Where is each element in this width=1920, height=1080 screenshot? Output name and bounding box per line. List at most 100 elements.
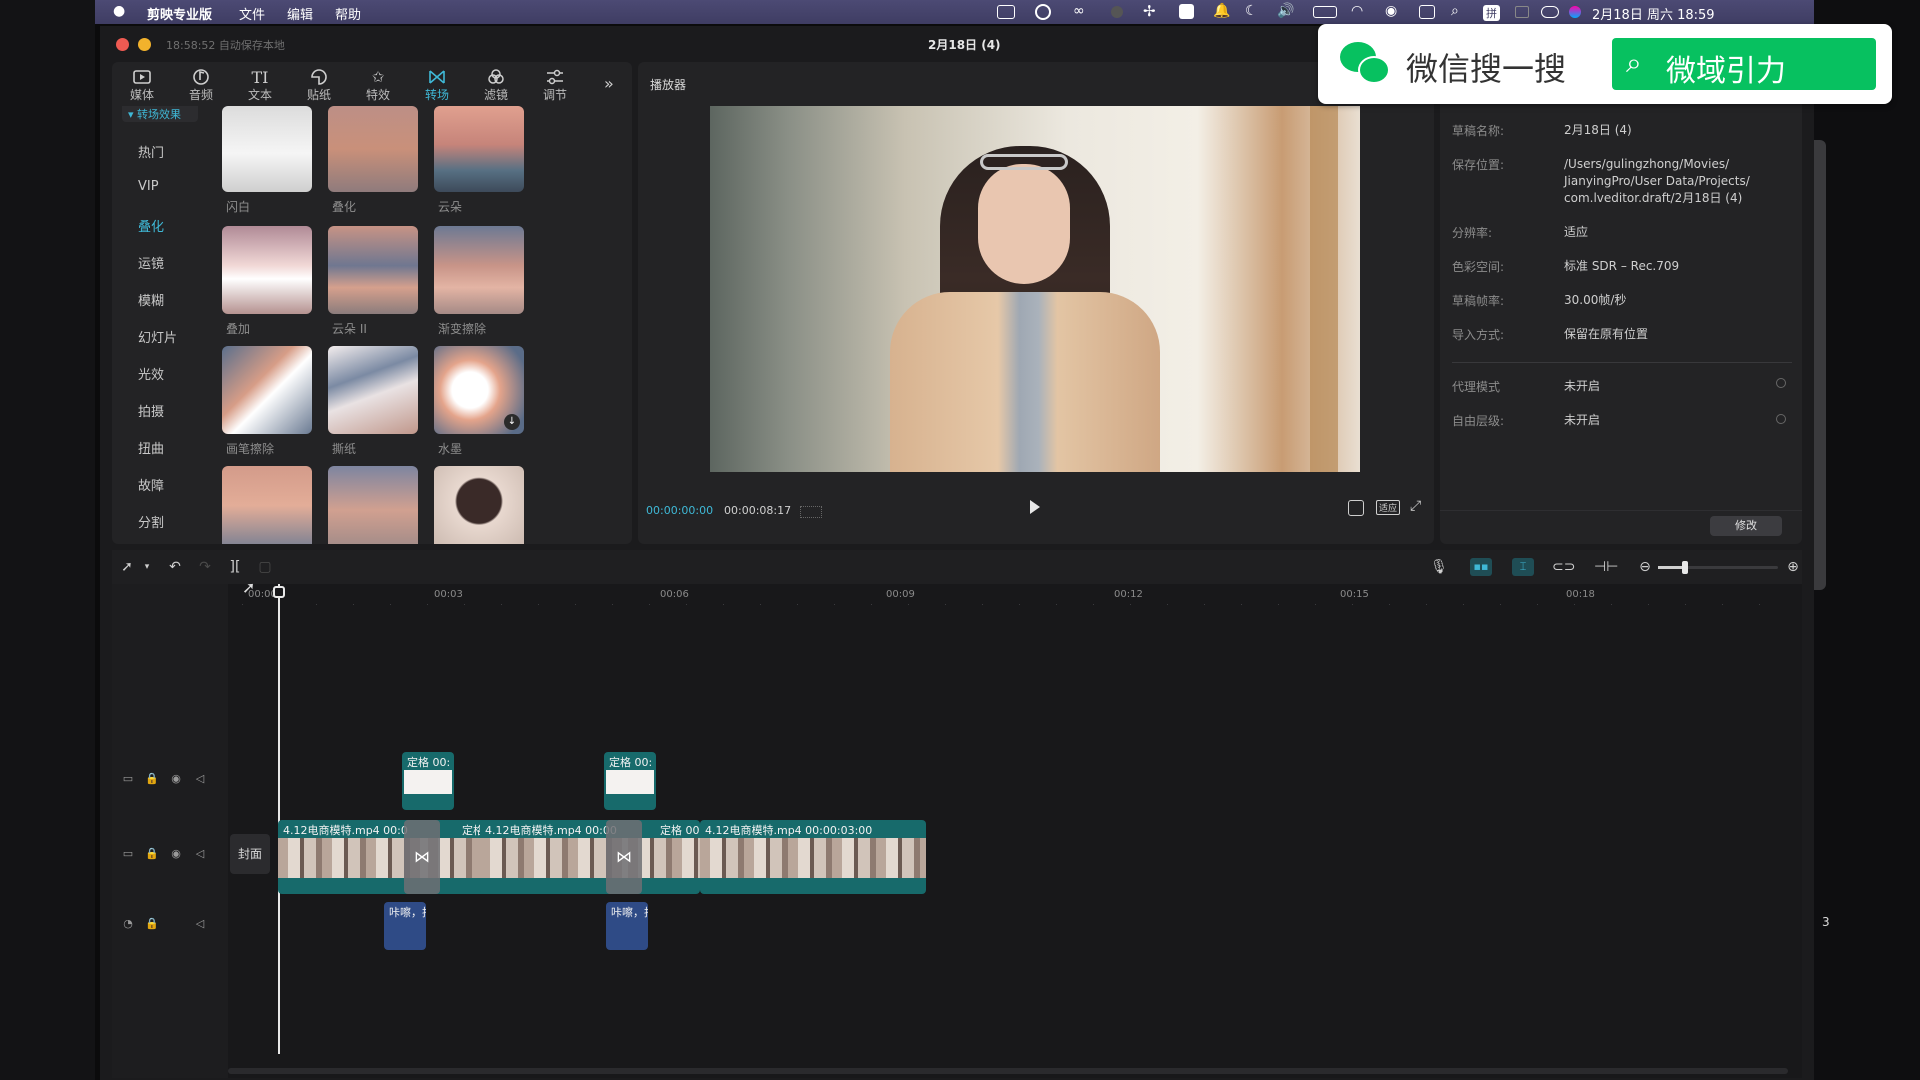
transition-thumb[interactable] [328,346,418,434]
lock-icon[interactable]: 🔒 [144,846,160,862]
pinwheel-icon[interactable]: ✢ [1143,2,1156,20]
volume-icon[interactable]: 🔊 [1277,3,1294,19]
undo-icon[interactable]: ↶ [166,558,184,576]
mute-icon[interactable]: ◁ [192,916,208,932]
category-dissolve[interactable]: 叠化 [138,216,164,235]
category-blur[interactable]: 模糊 [138,290,164,309]
tab-filter[interactable]: 滤镜 [468,62,524,102]
tab-audio[interactable]: 音频 [173,62,229,102]
transition-thumb[interactable] [222,346,312,434]
category-light[interactable]: 光效 [138,364,164,383]
redo-icon[interactable]: ↷ [196,558,214,576]
transition-thumb[interactable] [328,466,418,544]
bell-icon[interactable]: 🔔 [1213,3,1230,19]
category-camera-move[interactable]: 运镜 [138,253,164,272]
tab-text[interactable]: TI 文本 [232,62,288,102]
mute-icon[interactable]: ◁ [192,771,208,787]
zoom-in-icon[interactable]: ⊕ [1784,558,1802,576]
category-header[interactable]: ▾ 转场效果 [122,106,198,122]
lock-icon[interactable]: 🔒 [144,771,160,787]
menu-edit[interactable]: 编辑 [287,4,313,23]
input-method-icon[interactable]: 拼 [1483,5,1500,21]
tab-media[interactable]: 媒体 [114,62,170,102]
tab-effects[interactable]: ✩ 特效 [350,62,406,102]
track-type-icon[interactable]: ▭ [120,771,136,787]
transition-thumb[interactable] [328,226,418,314]
play-icon[interactable] [1030,500,1040,514]
battery-icon[interactable] [1313,6,1337,18]
cover-button[interactable]: 封面 [230,834,270,874]
select-dropdown-icon[interactable]: ▾ [138,558,156,576]
ratio-button[interactable]: 适应 [1376,500,1401,515]
more-tabs-icon[interactable]: » [604,74,614,93]
category-split[interactable]: 分割 [138,512,164,531]
window-icon[interactable] [1515,6,1529,18]
visibility-icon[interactable]: ◉ [168,771,184,787]
lock-icon[interactable]: 🔒 [144,916,160,932]
visibility-icon[interactable]: ◉ [168,846,184,862]
category-vip[interactable]: VIP [138,179,159,194]
screen-record-icon[interactable] [997,5,1015,19]
spotlight-icon[interactable]: ⌕ [1451,3,1459,19]
transition-thumb[interactable] [434,106,524,192]
moon-icon[interactable]: ☾ [1245,3,1258,19]
mute-icon[interactable]: ◁ [192,846,208,862]
fullscreen-icon[interactable]: ⤢ [1410,498,1421,514]
playhead[interactable] [273,584,285,1054]
menu-help[interactable]: 帮助 [335,4,361,23]
audio-clip[interactable]: 咔嚓，拍 [606,902,648,950]
capcut-menu-icon[interactable] [1179,4,1194,19]
info-icon[interactable] [1776,378,1786,388]
zoom-out-icon[interactable]: ⊖ [1636,558,1654,576]
control-center-icon[interactable] [1541,6,1559,18]
tab-transition[interactable]: 转场 [409,62,465,102]
auto-snap-icon[interactable]: ⌶ [1512,558,1534,576]
transition-marker[interactable]: ⋈ [404,820,440,894]
app-name-menu[interactable]: 剪映专业版 [147,4,212,23]
linkage-icon[interactable]: ⊂⊃ [1552,558,1575,576]
zoom-slider[interactable] [1658,561,1778,574]
transition-thumb[interactable] [434,226,524,314]
download-icon[interactable]: ↓ [504,414,520,430]
link-icon[interactable]: ∞ [1073,3,1085,19]
freeze-clip[interactable]: 定格 00: [402,752,454,810]
screenshot-icon[interactable] [1348,500,1364,516]
timeline-scrollbar[interactable] [228,1068,1788,1074]
transition-thumb[interactable]: ↓ [434,346,524,434]
wechat-icon[interactable]: ◉ [1385,3,1397,19]
playhead-handle[interactable] [273,586,285,598]
transition-marker[interactable]: ⋈ [606,820,642,894]
info-icon[interactable] [1776,414,1786,424]
photos-icon[interactable] [1419,5,1435,19]
transition-thumb[interactable] [328,106,418,192]
delete-icon[interactable]: ▢ [256,558,274,576]
category-glitch[interactable]: 故障 [138,475,164,494]
close-window-button[interactable] [116,38,129,51]
record-audio-icon[interactable]: 🎙 [1430,558,1448,576]
status-dot-icon[interactable] [1111,6,1123,18]
select-tool-icon[interactable]: ➚ [118,558,136,576]
transition-thumb[interactable] [222,466,312,544]
modify-button[interactable]: 修改 [1710,516,1782,536]
transition-thumb[interactable] [222,226,312,314]
siri-icon[interactable] [1569,6,1581,18]
audio-track-icon[interactable]: ◔ [120,916,136,932]
wifi-icon[interactable]: ◠ [1351,3,1363,19]
minimize-window-button[interactable] [138,38,151,51]
category-hot[interactable]: 热门 [138,142,164,161]
split-icon[interactable]: ][ [226,558,244,576]
timecode-grid-icon[interactable] [800,506,822,518]
category-distort[interactable]: 扭曲 [138,438,164,457]
tab-adjust[interactable]: 调节 [527,62,583,102]
cloud-icon[interactable] [1035,4,1051,20]
transition-thumb[interactable] [434,466,524,544]
video-clip[interactable]: 4.12电商模特.mp4 00:00:03:00 [700,820,926,894]
main-track-magnet-icon[interactable]: ▪▪ [1470,558,1492,576]
category-shoot[interactable]: 拍摄 [138,401,164,420]
track-type-icon[interactable]: ▭ [120,846,136,862]
freeze-clip[interactable]: 定格 00: [604,752,656,810]
apple-menu-icon[interactable]: ● [113,3,125,19]
zoom-slider-handle[interactable] [1682,561,1688,574]
tab-sticker[interactable]: 贴纸 [291,62,347,102]
preview-axis-icon[interactable]: ⊣⊢ [1594,558,1618,576]
